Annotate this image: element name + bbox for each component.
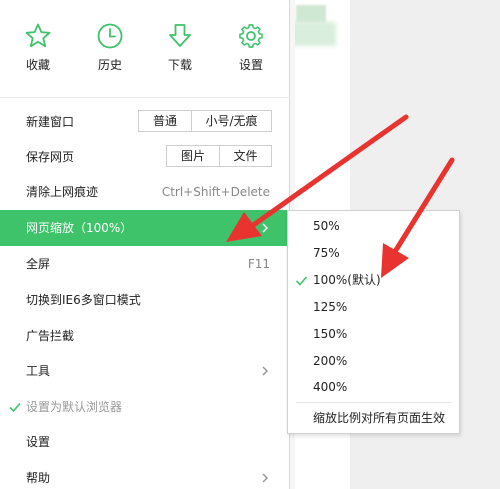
menu-item-new-window: 新建窗口 普通 小号/无痕	[0, 104, 290, 140]
settings-label: 设置	[238, 58, 263, 72]
chevron-right-icon	[262, 223, 269, 233]
download-label: 下载	[167, 58, 192, 72]
history-label: 历史	[97, 58, 122, 72]
settings-item-label: 设置	[26, 435, 51, 449]
menu-item-ie6-mode[interactable]: 切换到IE6多窗口模式	[0, 282, 290, 318]
zoom-apply-all-label: 缩放比例对所有页面生效	[313, 411, 446, 425]
tools-label: 工具	[26, 364, 51, 378]
submenu-divider	[296, 402, 451, 403]
zoom-option-400[interactable]: 400%	[288, 374, 459, 401]
new-window-label: 新建窗口	[26, 115, 75, 129]
gear-icon	[239, 24, 263, 48]
favorites-label: 收藏	[25, 58, 50, 72]
save-as-image-button[interactable]: 图片	[166, 145, 220, 167]
menu-item-help[interactable]: 帮助	[0, 460, 290, 489]
zoom-apply-all-pages[interactable]: 缩放比例对所有页面生效	[288, 405, 459, 432]
zoom-option-75[interactable]: 75%	[288, 240, 459, 267]
chevron-right-icon	[262, 366, 269, 376]
clear-history-label: 清除上网痕迹	[26, 185, 99, 199]
menu-item-set-default-browser[interactable]: 设置为默认浏览器	[0, 389, 290, 425]
clock-icon	[97, 23, 123, 49]
star-icon	[25, 23, 51, 48]
fullscreen-label: 全屏	[26, 257, 51, 271]
zoom-option-200[interactable]: 200%	[288, 348, 459, 375]
zoom-option-label: 200%	[313, 354, 348, 368]
zoom-option-label: 125%	[313, 300, 348, 314]
fullscreen-shortcut: F11	[247, 257, 270, 271]
browser-main-menu: 收藏 历史 下载 设置 新建窗口 普通 小号/无痕 保存网页 图片 文件 清除上…	[0, 0, 290, 489]
zoom-option-label: 100%(默认)	[313, 273, 381, 287]
new-window-normal-button[interactable]: 普通	[138, 110, 192, 132]
menu-item-page-zoom[interactable]: 网页缩放（100%）	[0, 210, 290, 246]
menu-item-clear-history[interactable]: 清除上网痕迹 Ctrl+Shift+Delete	[0, 174, 290, 210]
menu-item-tools[interactable]: 工具	[0, 353, 290, 389]
history-button[interactable]: 历史	[85, 22, 135, 73]
zoom-option-50[interactable]: 50%	[288, 213, 459, 240]
page-zoom-label: 网页缩放（100%）	[26, 221, 133, 235]
blurred-thumbnail	[296, 5, 326, 23]
adblock-label: 广告拦截	[26, 329, 75, 343]
check-icon	[9, 402, 21, 413]
zoom-option-label: 75%	[313, 246, 340, 260]
save-as-file-button[interactable]: 文件	[219, 145, 272, 167]
zoom-option-label: 400%	[313, 380, 348, 394]
set-default-browser-label: 设置为默认浏览器	[26, 400, 123, 414]
check-icon	[295, 276, 308, 286]
download-button[interactable]: 下载	[155, 22, 205, 73]
menu-item-save-page: 保存网页 图片 文件	[0, 139, 290, 175]
save-page-label: 保存网页	[26, 150, 75, 164]
help-label: 帮助	[26, 471, 51, 485]
chevron-right-icon	[262, 473, 269, 483]
ie6-mode-label: 切换到IE6多窗口模式	[26, 293, 141, 307]
menu-item-fullscreen[interactable]: 全屏 F11	[0, 246, 290, 282]
menu-item-adblock[interactable]: 广告拦截	[0, 318, 290, 354]
zoom-option-100-default[interactable]: 100%(默认)	[288, 267, 459, 294]
zoom-submenu: 50% 75% 100%(默认) 125% 150% 200% 400% 缩放比…	[287, 210, 460, 434]
zoom-option-150[interactable]: 150%	[288, 321, 459, 348]
new-window-small-incognito-button[interactable]: 小号/无痕	[191, 110, 272, 132]
menu-toolbar: 收藏 历史 下载 设置	[0, 0, 290, 98]
zoom-option-125[interactable]: 125%	[288, 294, 459, 321]
settings-button[interactable]: 设置	[226, 22, 276, 73]
download-arrow-icon	[169, 24, 191, 47]
zoom-option-label: 150%	[313, 327, 348, 341]
clear-history-shortcut: Ctrl+Shift+Delete	[161, 185, 270, 199]
zoom-option-label: 50%	[313, 219, 340, 233]
menu-item-settings[interactable]: 设置	[0, 424, 290, 460]
favorites-button[interactable]: 收藏	[13, 22, 63, 73]
